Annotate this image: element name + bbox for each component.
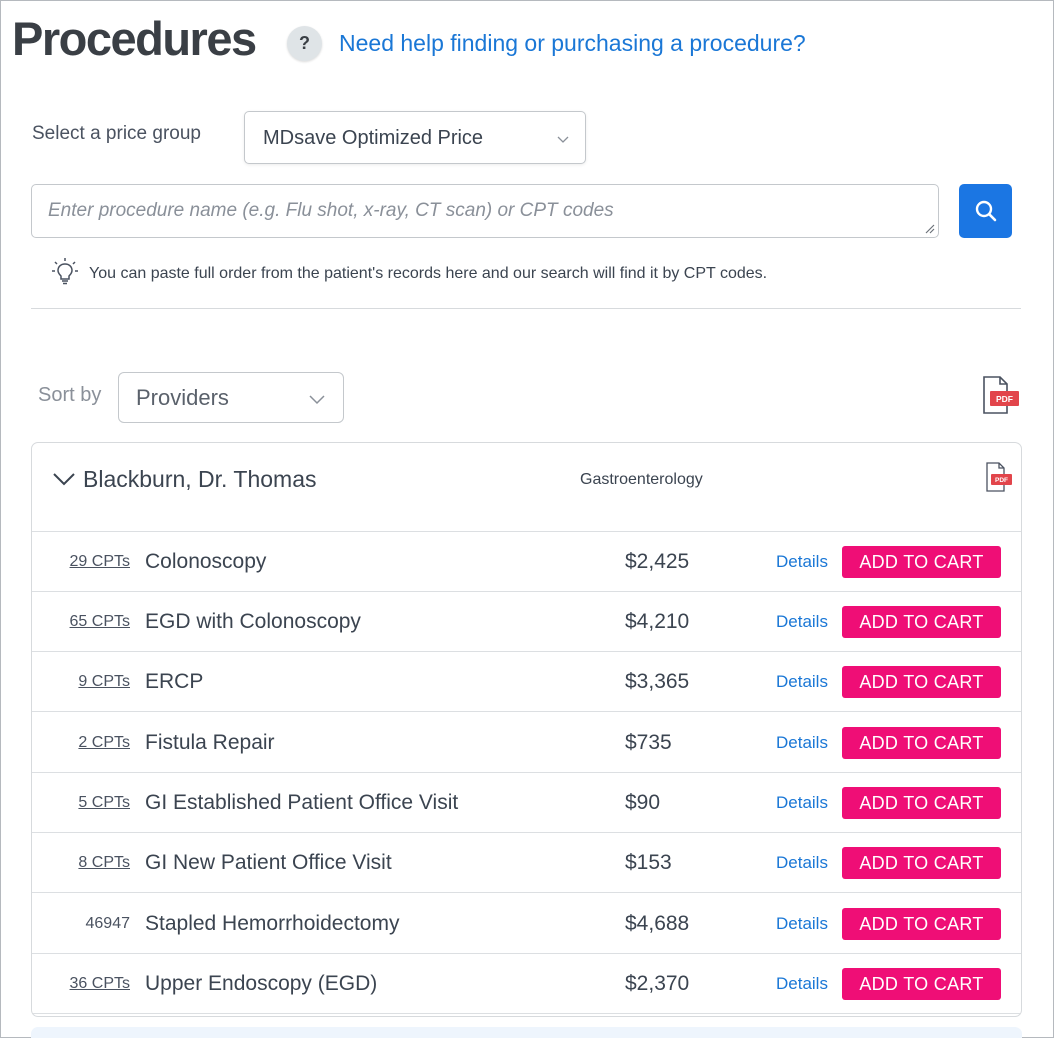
details-link[interactable]: Details bbox=[776, 732, 828, 754]
search-button[interactable] bbox=[959, 184, 1012, 238]
resize-grip-icon[interactable] bbox=[923, 222, 935, 234]
procedure-price: $4,210 bbox=[625, 610, 690, 633]
procedure-name: ERCP bbox=[145, 670, 204, 693]
divider bbox=[31, 308, 1021, 309]
procedure-name: Upper Endoscopy (EGD) bbox=[145, 972, 378, 995]
add-to-cart-button[interactable]: ADD TO CART bbox=[842, 787, 1001, 819]
add-to-cart-button[interactable]: ADD TO CART bbox=[842, 968, 1001, 1000]
procedure-row: 36 CPTs Upper Endoscopy (EGD) $2,370 Det… bbox=[32, 954, 1021, 1014]
procedure-row: 9 CPTs ERCP $3,365 Details ADD TO CART bbox=[32, 652, 1021, 712]
add-to-cart-button[interactable]: ADD TO CART bbox=[842, 666, 1001, 698]
details-link[interactable]: Details bbox=[776, 611, 828, 633]
chevron-down-icon[interactable] bbox=[52, 469, 76, 489]
cpt-count-link[interactable]: 2 CPTs bbox=[68, 733, 130, 753]
procedure-name: Fistula Repair bbox=[145, 731, 275, 754]
procedure-row: 46947 Stapled Hemorrhoidectomy $4,688 De… bbox=[32, 894, 1021, 954]
help-link[interactable]: Need help finding or purchasing a proced… bbox=[339, 29, 806, 57]
procedure-price: $735 bbox=[625, 731, 672, 754]
procedure-name: Stapled Hemorrhoidectomy bbox=[145, 912, 400, 935]
search-placeholder: Enter procedure name (e.g. Flu shot, x-r… bbox=[48, 200, 614, 221]
sort-label: Sort by bbox=[38, 384, 102, 406]
procedure-price: $90 bbox=[625, 791, 661, 814]
procedure-row: 2 CPTs Fistula Repair $735 Details ADD T… bbox=[32, 713, 1021, 773]
provider-card: Blackburn, Dr. Thomas Gastroenterology P… bbox=[31, 442, 1022, 1017]
svg-text:PDF: PDF bbox=[996, 394, 1013, 404]
cpt-count-link[interactable]: 29 CPTs bbox=[68, 552, 130, 572]
tip-text: You can paste full order from the patien… bbox=[89, 265, 768, 282]
procedure-row: 8 CPTs GI New Patient Office Visit $153 … bbox=[32, 833, 1021, 893]
tip-row bbox=[50, 256, 80, 288]
add-to-cart-button[interactable]: ADD TO CART bbox=[842, 847, 1001, 879]
provider-specialty: Gastroenterology bbox=[580, 471, 703, 488]
procedure-price: $2,425 bbox=[625, 550, 690, 573]
details-link[interactable]: Details bbox=[776, 852, 828, 874]
provider-card-header[interactable]: Blackburn, Dr. Thomas Gastroenterology P… bbox=[32, 443, 1021, 532]
search-icon bbox=[975, 200, 996, 222]
sort-value: Providers bbox=[136, 385, 229, 410]
procedure-price: $4,688 bbox=[625, 912, 690, 935]
procedure-row: 65 CPTs EGD with Colonoscopy $4,210 Deta… bbox=[32, 592, 1021, 652]
page-title: Procedures bbox=[12, 12, 257, 65]
add-to-cart-button[interactable]: ADD TO CART bbox=[842, 606, 1001, 638]
procedure-row: 5 CPTs GI Established Patient Office Vis… bbox=[32, 773, 1021, 833]
procedure-price: $2,370 bbox=[625, 972, 690, 995]
cpt-count-link[interactable]: 36 CPTs bbox=[68, 974, 130, 994]
chevron-down-icon bbox=[557, 136, 569, 143]
add-to-cart-button[interactable]: ADD TO CART bbox=[842, 546, 1001, 578]
sort-select[interactable]: Providers bbox=[118, 372, 344, 423]
help-icon[interactable]: ? bbox=[287, 26, 322, 61]
details-link[interactable]: Details bbox=[776, 973, 828, 995]
cpt-count-link[interactable]: 65 CPTs bbox=[68, 612, 130, 632]
cpt-code: 46947 bbox=[85, 915, 131, 932]
details-link[interactable]: Details bbox=[776, 913, 828, 935]
pdf-download-icon[interactable]: PDF bbox=[980, 376, 1020, 414]
lightbulb-icon bbox=[52, 258, 78, 285]
price-group-value: MDsave Optimized Price bbox=[263, 127, 484, 149]
chevron-down-icon bbox=[309, 395, 325, 405]
search-input[interactable]: Enter procedure name (e.g. Flu shot, x-r… bbox=[31, 184, 939, 238]
price-group-select[interactable]: MDsave Optimized Price bbox=[244, 111, 586, 164]
cpt-count-link[interactable]: 8 CPTs bbox=[68, 853, 130, 873]
details-link[interactable]: Details bbox=[776, 671, 828, 693]
procedure-name: GI New Patient Office Visit bbox=[145, 851, 392, 874]
price-group-label: Select a price group bbox=[32, 123, 201, 144]
procedure-row: 29 CPTs Colonoscopy $2,425 Details ADD T… bbox=[32, 532, 1021, 592]
procedure-name: GI Established Patient Office Visit bbox=[145, 791, 459, 814]
procedure-price: $3,365 bbox=[625, 670, 690, 693]
details-link[interactable]: Details bbox=[776, 551, 828, 573]
procedure-name: Colonoscopy bbox=[145, 550, 267, 573]
provider-name: Blackburn, Dr. Thomas bbox=[83, 466, 317, 492]
pdf-download-icon[interactable]: PDF bbox=[984, 462, 1012, 492]
procedure-name: EGD with Colonoscopy bbox=[145, 610, 361, 633]
procedure-price: $153 bbox=[625, 851, 672, 874]
next-provider-card-edge bbox=[31, 1027, 1022, 1038]
cpt-count-link[interactable]: 5 CPTs bbox=[68, 793, 130, 813]
add-to-cart-button[interactable]: ADD TO CART bbox=[842, 908, 1001, 940]
add-to-cart-button[interactable]: ADD TO CART bbox=[842, 727, 1001, 759]
details-link[interactable]: Details bbox=[776, 792, 828, 814]
cpt-count-link[interactable]: 9 CPTs bbox=[68, 672, 130, 692]
svg-text:PDF: PDF bbox=[995, 477, 1008, 484]
